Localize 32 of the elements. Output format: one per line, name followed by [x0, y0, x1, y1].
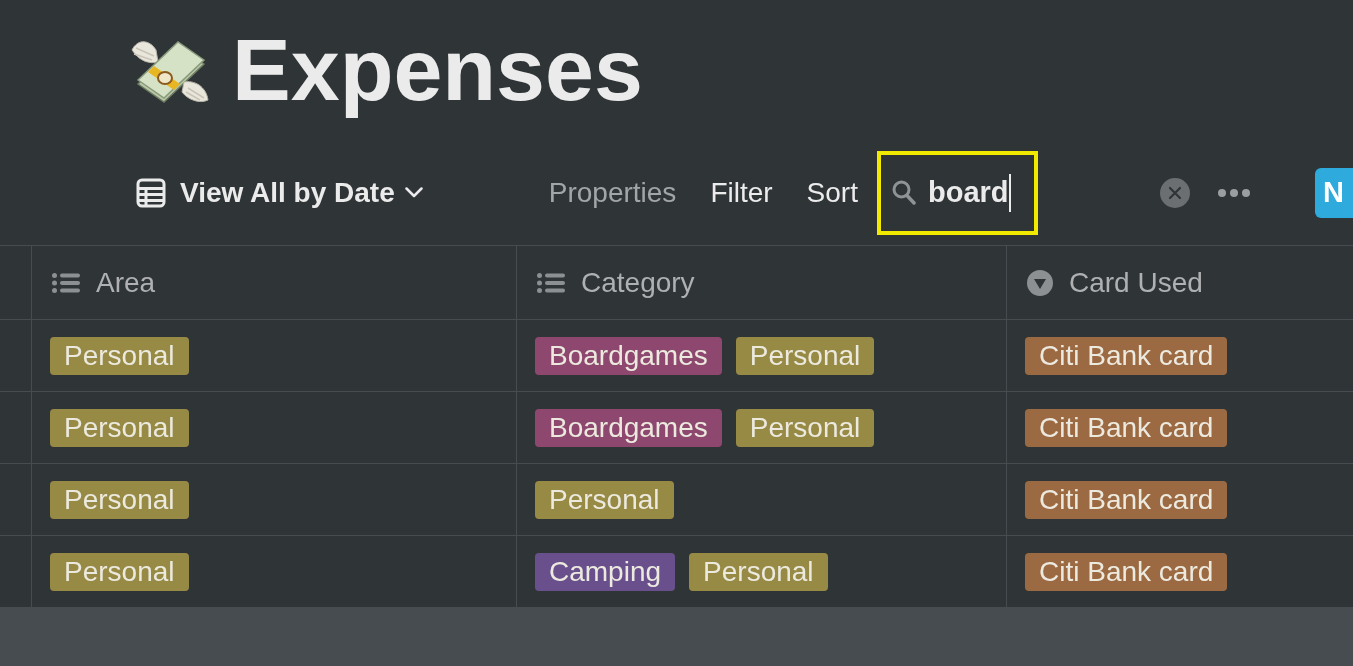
tag: Boardgames [535, 408, 722, 447]
more-icon[interactable] [1217, 188, 1250, 197]
tag: Citi Bank card [1025, 552, 1228, 591]
clear-icon[interactable] [1159, 177, 1190, 208]
search-field[interactable]: board [876, 150, 1038, 235]
column-header[interactable]: Area [31, 246, 516, 319]
tag: Personal [50, 408, 189, 447]
tag: Personal [735, 336, 875, 375]
list-icon [537, 272, 565, 293]
text-cursor [1008, 173, 1011, 212]
table-icon [136, 177, 166, 208]
tag: Citi Bank card [1025, 480, 1228, 519]
tag: Personal [50, 336, 189, 375]
tag: Citi Bank card [1025, 408, 1228, 447]
toolbar-button[interactable]: Filter [710, 171, 773, 214]
column-header[interactable]: Card Used [1006, 246, 1353, 319]
tag: Personal [535, 480, 674, 519]
list-icon [52, 272, 80, 293]
toolbar-button[interactable]: Sort [806, 171, 858, 214]
tag: Citi Bank card [1025, 336, 1228, 375]
tag: Personal [50, 480, 189, 519]
tag: Boardgames [535, 336, 722, 375]
triangle-circle-icon [1027, 269, 1053, 296]
view-selector[interactable]: View All by Date [136, 171, 423, 214]
tag: Camping [535, 552, 676, 591]
tag: Personal [735, 408, 875, 447]
tag: Personal [50, 552, 189, 591]
chevron-down-icon [404, 187, 423, 198]
column-header[interactable]: Category [516, 246, 1006, 319]
search-icon [891, 180, 916, 205]
toolbar-button[interactable]: Properties [548, 171, 677, 214]
tag: Personal [689, 552, 828, 591]
